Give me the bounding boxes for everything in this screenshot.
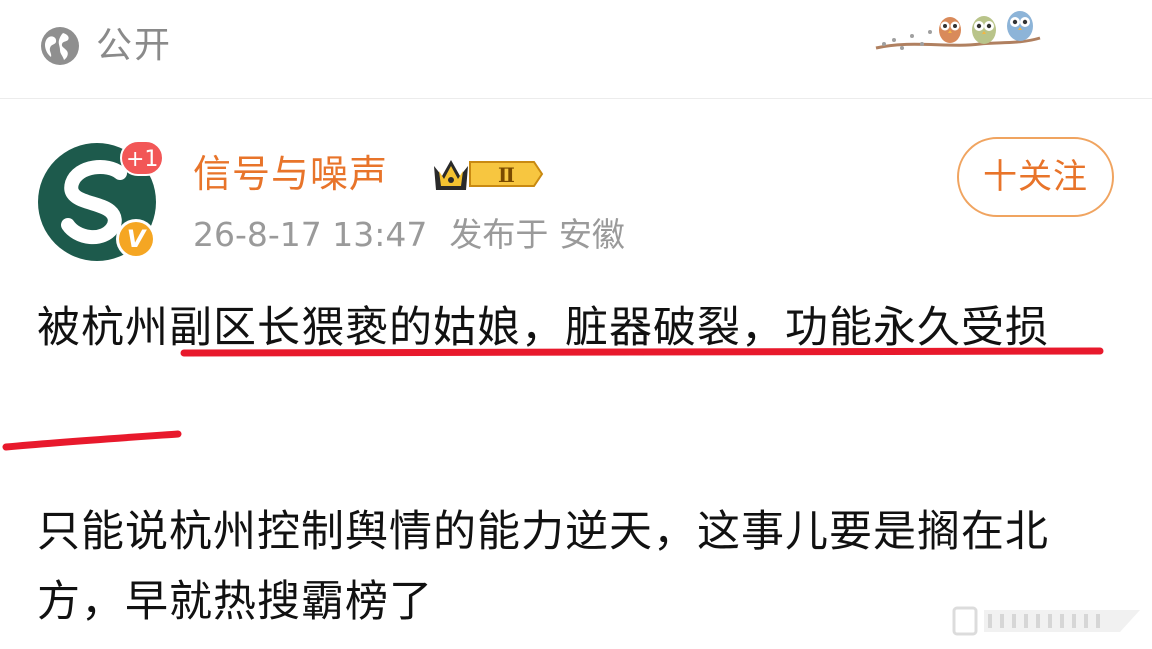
verified-badge-icon: V	[116, 219, 156, 259]
post-meta: 26-8-17 13:47 发布于 安徽	[193, 212, 625, 258]
avatar[interactable]: +1 V	[38, 140, 165, 261]
verified-mark: V	[119, 222, 153, 256]
follow-button[interactable]: 十关注	[957, 137, 1114, 217]
highlight-underline	[2, 430, 182, 451]
new-post-badge: +1	[120, 140, 165, 176]
crown-level-badge-icon[interactable]: Ⅱ	[430, 152, 546, 196]
visibility-label[interactable]: 公开	[96, 22, 172, 70]
post-paragraph: 被杭州副区长猥亵的姑娘，脏器破裂，功能永久受损	[37, 303, 1049, 353]
top-bar: 公开	[0, 0, 1152, 99]
globe-icon[interactable]	[39, 25, 81, 67]
author-name[interactable]: 信号与噪声	[193, 148, 388, 200]
post-location: 发布于 安徽	[449, 215, 625, 254]
post-timestamp: 26-8-17 13:47	[193, 215, 428, 254]
owls-on-branch-icon	[875, 11, 1041, 50]
watermark-icon	[952, 606, 1140, 636]
badge-level: Ⅱ	[498, 163, 515, 187]
